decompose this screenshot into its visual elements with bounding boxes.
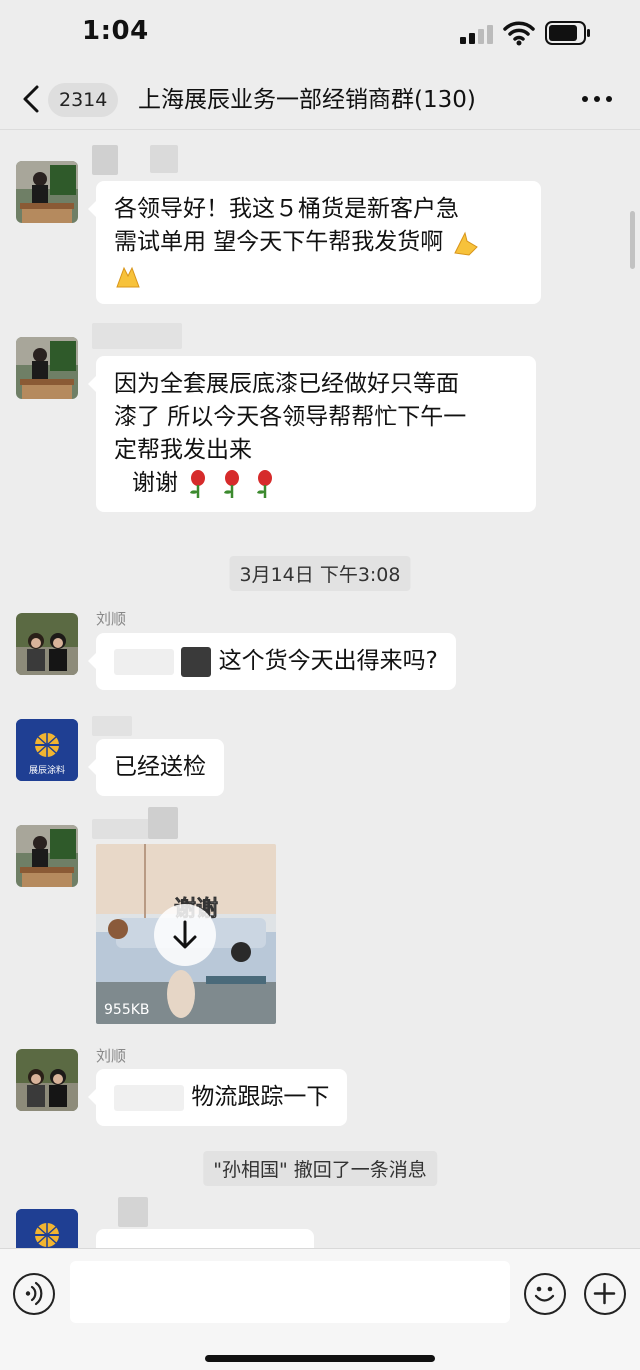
emoji-button[interactable] — [524, 1273, 566, 1315]
avatar[interactable] — [16, 1209, 78, 1249]
message-text: 因为全套展辰底漆已经做好只等面 — [114, 371, 459, 397]
message-text: 漆了 所以今天各领导帮帮忙下午一 — [114, 404, 467, 430]
home-indicator — [205, 1355, 435, 1362]
message-bubble[interactable] — [96, 1229, 314, 1249]
message-input[interactable] — [70, 1261, 510, 1323]
redacted-block — [181, 646, 212, 677]
message-bubble[interactable]: 因为全套展辰底漆已经做好只等面 漆了 所以今天各领导帮帮忙下午一 定帮我发出来 … — [88, 356, 536, 512]
video-message[interactable]: 谢谢 955KB — [96, 844, 276, 1024]
message-text: 定帮我发出来 — [114, 437, 252, 463]
battery-icon — [545, 21, 590, 45]
pray-emoji-icon — [453, 231, 478, 256]
timestamp: 3月14日 下午3:08 — [229, 556, 411, 591]
sender-name: 刘顺 — [96, 1047, 127, 1065]
rose-emoji-icon — [256, 469, 272, 498]
scrollbar[interactable] — [630, 211, 635, 269]
message-text: 已经送检 — [114, 754, 206, 780]
smiley-icon — [534, 1286, 555, 1302]
message-text: 这个货今天出得来吗? — [218, 648, 438, 674]
video-file-size: 955KB — [104, 1002, 150, 1018]
message-text: 各领导好！我这５桶货是新客户急 — [114, 196, 459, 222]
signal-icon — [460, 24, 494, 44]
message-bubble[interactable]: 已经送检 — [88, 739, 224, 796]
avatar[interactable] — [16, 1049, 78, 1111]
avatar[interactable]: 展辰涂料 — [16, 719, 78, 781]
input-bar — [0, 1248, 640, 1370]
back-arrow-icon[interactable] — [20, 84, 42, 114]
status-time: 1:04 — [82, 16, 149, 46]
avatar[interactable] — [16, 337, 78, 399]
avatar[interactable] — [16, 161, 78, 223]
plus-icon — [593, 1282, 616, 1305]
chat-header: 2314 上海展辰业务一部经销商群(130) — [0, 70, 640, 130]
message-bubble[interactable]: 各领导好！我这５桶货是新客户急 需试单用 望今天下午帮我发货啊 — [88, 181, 541, 304]
chat-title: 上海展辰业务一部经销商群(130) — [138, 87, 476, 113]
message-list[interactable]: 各领导好！我这５桶货是新客户急 需试单用 望今天下午帮我发货啊 因为全套展辰底漆… — [0, 131, 640, 1249]
message-text: 谢谢 — [132, 470, 178, 496]
sender-name: 刘顺 — [96, 610, 127, 628]
message-text: 需试单用 望今天下午帮我发货啊 — [114, 229, 444, 255]
message-text: 物流跟踪一下 — [191, 1084, 330, 1110]
voice-icon — [25, 1281, 43, 1306]
unread-count-badge[interactable]: 2314 — [48, 83, 119, 117]
avatar[interactable] — [16, 825, 78, 887]
logo-text: 展辰涂料 — [29, 764, 65, 776]
status-bar: 1:04 — [0, 0, 640, 70]
avatar[interactable] — [16, 613, 78, 675]
wifi-icon — [503, 21, 535, 46]
download-icon[interactable] — [154, 904, 216, 966]
redacted-block — [114, 648, 174, 675]
rose-emoji-icon — [190, 469, 206, 498]
rose-emoji-icon — [223, 469, 239, 498]
more-functions-button[interactable] — [584, 1273, 626, 1315]
pray-emoji-icon — [116, 266, 140, 287]
voice-input-button[interactable] — [13, 1273, 55, 1315]
recall-notice: "孙相国" 撤回了一条消息 — [203, 1151, 437, 1186]
message-bubble[interactable]: 这个货今天出得来吗? — [88, 633, 456, 690]
more-options-icon[interactable] — [582, 96, 612, 104]
message-bubble[interactable]: 物流跟踪一下 — [87, 1069, 348, 1126]
redacted-block — [114, 1084, 184, 1111]
